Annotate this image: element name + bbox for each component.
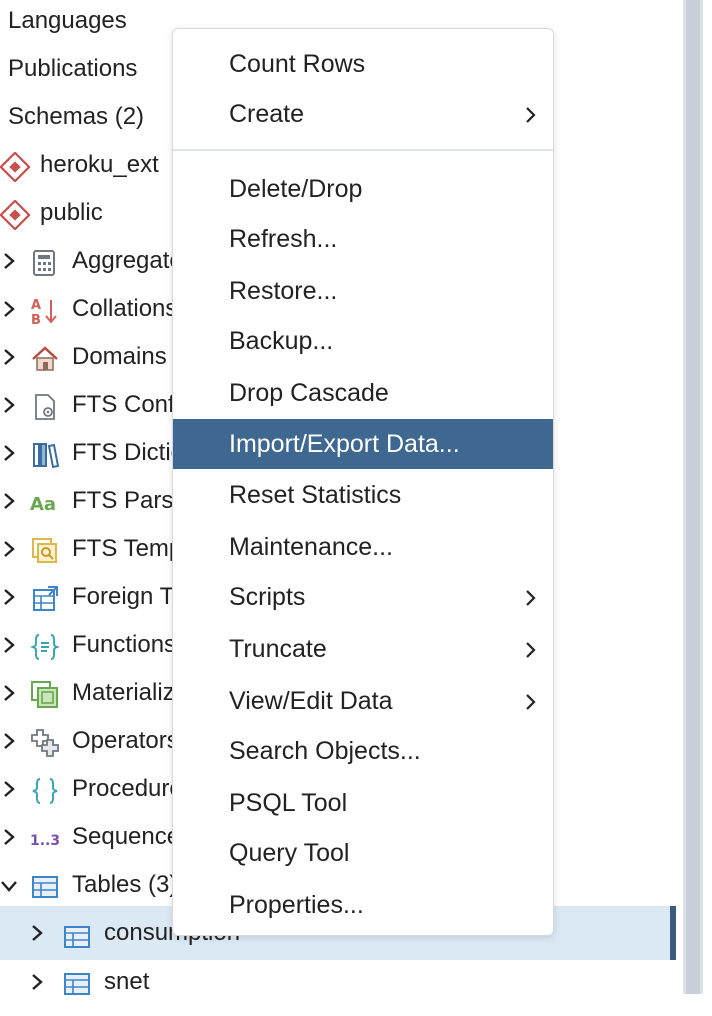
- menu-item-label: Scripts: [229, 583, 306, 611]
- menu-item-create[interactable]: Create: [173, 89, 553, 139]
- schema-icon: [0, 199, 31, 231]
- menu-item-label: Reset Statistics: [229, 481, 402, 509]
- tree-item-label: Languages: [8, 7, 127, 34]
- chevron-right-icon[interactable]: [0, 573, 20, 621]
- chevron-right-icon[interactable]: [0, 477, 20, 525]
- tree-item-label: Domains: [72, 343, 167, 370]
- chevron-right-icon: [526, 590, 536, 606]
- chevron-right-icon[interactable]: [28, 906, 48, 960]
- tree-item-label: Schemas (2): [8, 103, 145, 130]
- tree-item-label: heroku_ext: [40, 151, 159, 178]
- chevron-right-icon[interactable]: [0, 669, 20, 717]
- menu-item-properties[interactable]: Properties...: [173, 880, 553, 930]
- menu-item-view-edit-data[interactable]: View/Edit Data: [173, 676, 553, 726]
- fts-config-icon: [30, 391, 60, 421]
- table-icon: [30, 871, 60, 901]
- chevron-right-icon[interactable]: [0, 237, 20, 285]
- operator-icon: [30, 727, 60, 757]
- sequence-icon: 1..3: [30, 823, 60, 853]
- menu-item-scripts[interactable]: Scripts: [173, 572, 553, 622]
- menu-item-restore[interactable]: Restore...: [173, 266, 553, 316]
- menu-item-count-rows[interactable]: Count Rows: [173, 39, 553, 89]
- chevron-right-icon: [526, 107, 536, 123]
- menu-item-label: View/Edit Data: [229, 687, 393, 715]
- menu-item-label: Drop Cascade: [229, 379, 389, 407]
- chevron-right-icon[interactable]: [28, 958, 48, 1006]
- foreign-table-icon: [30, 583, 60, 613]
- function-icon: [29, 631, 61, 661]
- table-icon: [62, 918, 92, 948]
- tree-item-label: Functions: [72, 631, 177, 658]
- tree-item-label: snet: [104, 968, 150, 995]
- chevron-right-icon[interactable]: [0, 621, 20, 669]
- menu-item-delete-drop[interactable]: Delete/Drop: [173, 164, 553, 214]
- menu-item-maintenance[interactable]: Maintenance...: [173, 522, 553, 572]
- menu-item-label: Restore...: [229, 277, 338, 305]
- context-menu: Count Rows Create Delete/Drop Refresh...…: [172, 28, 554, 936]
- menu-separator: [173, 149, 553, 151]
- chevron-right-icon[interactable]: [0, 285, 20, 333]
- chevron-right-icon[interactable]: [0, 381, 20, 429]
- menu-item-refresh[interactable]: Refresh...: [173, 214, 553, 264]
- chevron-down-icon[interactable]: [0, 861, 20, 909]
- menu-item-label: Backup...: [229, 327, 334, 355]
- menu-item-truncate[interactable]: Truncate: [173, 624, 553, 674]
- chevron-right-icon[interactable]: [0, 429, 20, 477]
- chevron-right-icon[interactable]: [0, 525, 20, 573]
- chevron-right-icon[interactable]: [0, 765, 20, 813]
- tree-item-label: Operators: [72, 727, 179, 754]
- svg-text:Aa: Aa: [30, 494, 56, 515]
- menu-item-label: Count Rows: [229, 50, 366, 78]
- menu-item-search-objects[interactable]: Search Objects...: [173, 726, 553, 776]
- menu-item-label: Search Objects...: [229, 737, 421, 765]
- tree-item-label: public: [40, 199, 103, 226]
- menu-item-label: Properties...: [229, 891, 364, 919]
- menu-item-backup[interactable]: Backup...: [173, 316, 553, 366]
- tree-item-label: Publications: [8, 55, 138, 82]
- domain-icon: [30, 343, 60, 373]
- menu-item-query-tool[interactable]: Query Tool: [173, 828, 553, 878]
- menu-item-label: PSQL Tool: [229, 789, 348, 817]
- tree-item-table-snet[interactable]: snet: [0, 958, 676, 1006]
- fts-parser-icon: Aa: [30, 487, 60, 517]
- menu-item-label: Query Tool: [229, 839, 350, 867]
- aggregate-icon: [30, 247, 60, 277]
- procedure-icon: [30, 775, 60, 805]
- chevron-right-icon[interactable]: [0, 333, 20, 381]
- materialized-view-icon: [30, 679, 60, 709]
- menu-item-label: Create: [229, 100, 305, 128]
- tree-item-label: Collations: [72, 295, 178, 322]
- svg-text:B: B: [31, 313, 41, 326]
- svg-text:A: A: [31, 298, 41, 313]
- collation-icon: AB: [30, 295, 60, 328]
- menu-item-psql-tool[interactable]: PSQL Tool: [173, 778, 553, 828]
- menu-item-label: Refresh...: [229, 225, 338, 253]
- menu-item-label: Maintenance...: [229, 533, 393, 561]
- chevron-right-icon[interactable]: [0, 813, 20, 861]
- menu-item-label: Truncate: [229, 635, 327, 663]
- fts-template-icon: [30, 535, 60, 565]
- schema-icon: [0, 151, 31, 183]
- menu-item-reset-statistics[interactable]: Reset Statistics: [173, 470, 553, 520]
- vertical-scrollbar[interactable]: [676, 0, 712, 994]
- menu-item-label: Delete/Drop: [229, 175, 363, 203]
- chevron-right-icon: [526, 642, 536, 658]
- menu-item-drop-cascade[interactable]: Drop Cascade: [173, 368, 553, 418]
- menu-item-label: Import/Export Data...: [229, 430, 460, 458]
- chevron-right-icon[interactable]: [0, 717, 20, 765]
- chevron-right-icon: [526, 694, 536, 710]
- svg-text:1..3: 1..3: [30, 833, 60, 849]
- menu-item-import-export-data[interactable]: Import/Export Data...: [173, 419, 553, 469]
- tree-item-label: Tables (3): [72, 871, 178, 898]
- fts-dictionary-icon: [30, 439, 60, 469]
- scrollbar-thumb[interactable]: [686, 0, 700, 994]
